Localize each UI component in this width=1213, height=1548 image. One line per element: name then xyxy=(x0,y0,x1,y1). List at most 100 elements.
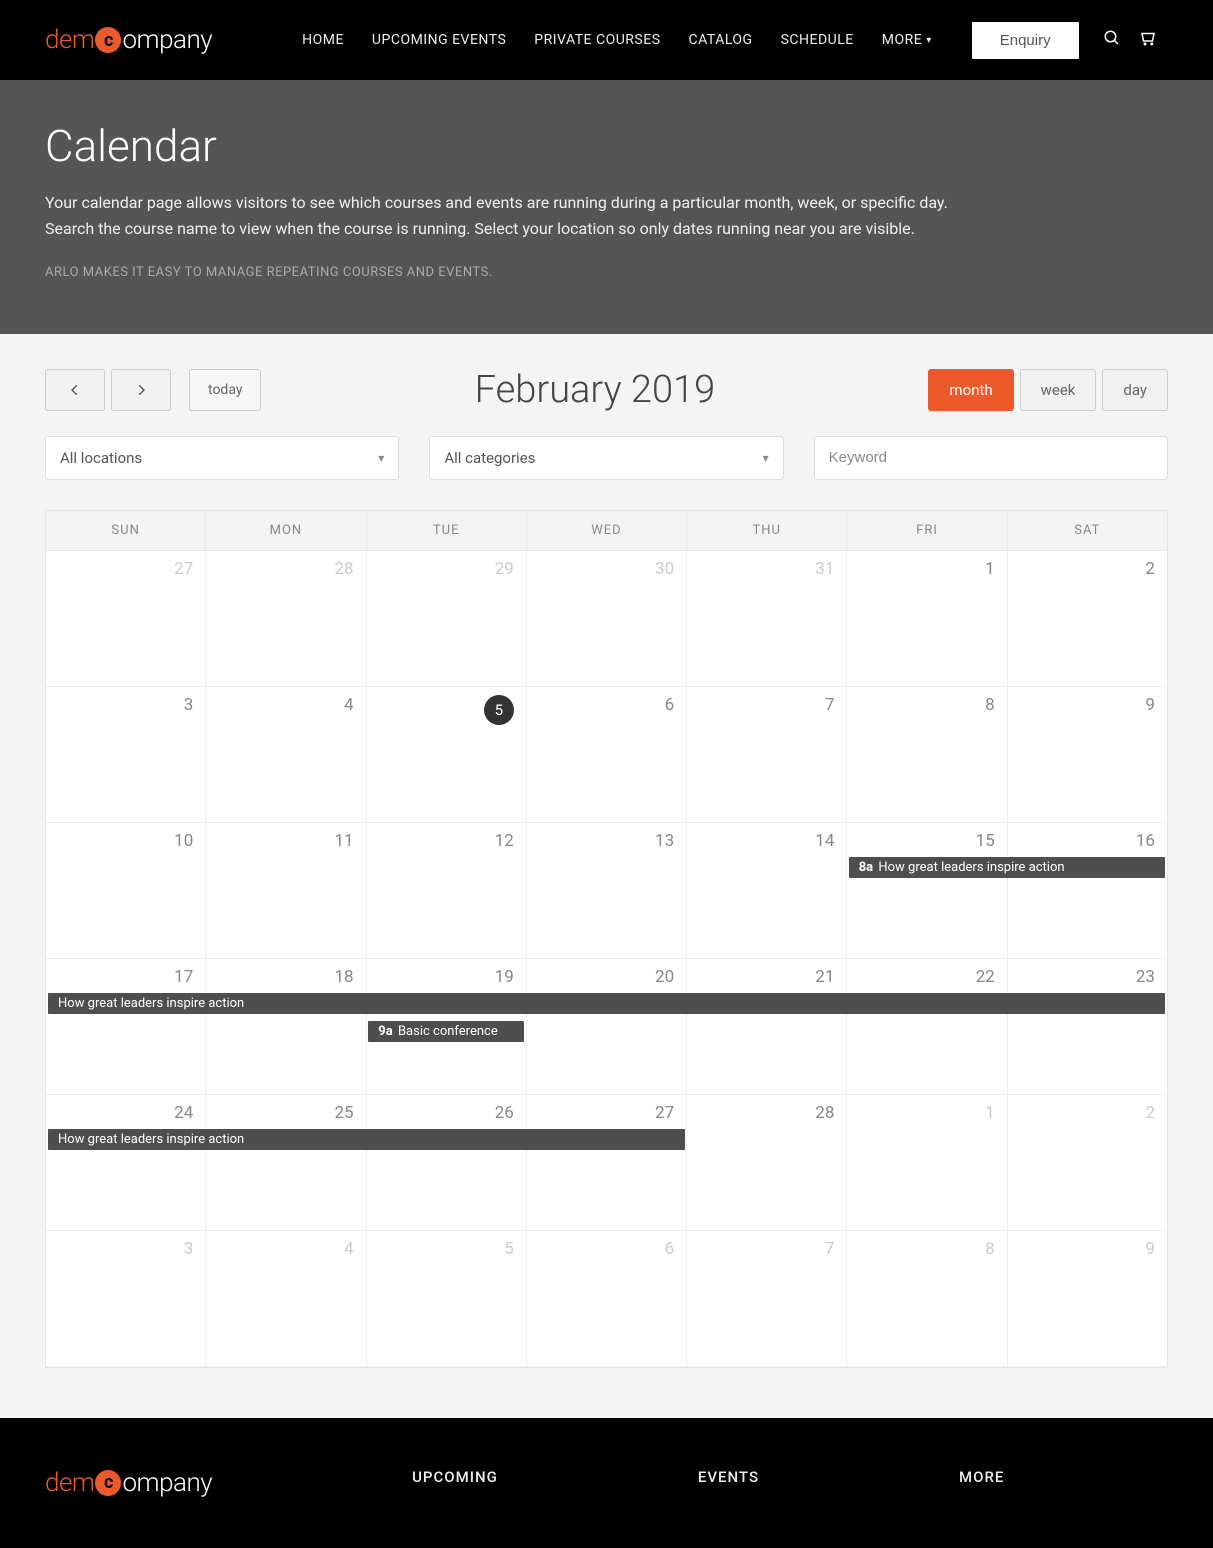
keyword-input[interactable] xyxy=(814,436,1168,480)
calendar-cell[interactable]: 22 xyxy=(847,959,1007,1094)
day-number: 1 xyxy=(859,1103,994,1123)
calendar-cell[interactable]: 7 xyxy=(687,1231,847,1366)
calendar-cell[interactable]: 2 xyxy=(1008,551,1167,686)
calendar-cell[interactable]: 10 xyxy=(46,823,206,958)
page-title: Calendar xyxy=(45,120,1168,172)
calendar-cell[interactable]: 29 xyxy=(367,551,527,686)
calendar-cell[interactable]: 27 xyxy=(46,551,206,686)
calendar-cell[interactable]: 4 xyxy=(206,1231,366,1366)
calendar-cell[interactable]: 17 xyxy=(46,959,206,1094)
calendar-cell[interactable]: 1 xyxy=(847,551,1007,686)
day-header-mon: MON xyxy=(206,511,366,550)
day-number: 1 xyxy=(859,559,994,579)
day-number: 23 xyxy=(1020,967,1155,987)
calendar-row: 27282930 31 1 2 xyxy=(46,551,1167,687)
calendar-cell[interactable]: 27 xyxy=(527,1095,687,1230)
hero-subtext: ARLO MAKES IT EASY TO MANAGE REPEATING C… xyxy=(45,263,965,284)
chevron-right-icon xyxy=(134,383,148,397)
cart-icon[interactable] xyxy=(1139,29,1157,51)
calendar-cell[interactable]: 5 xyxy=(367,1231,527,1366)
day-number: 16 xyxy=(1020,831,1155,851)
day-number: 18 xyxy=(218,967,353,987)
calendar-cell[interactable]: 20 xyxy=(527,959,687,1094)
calendar-cell[interactable]: 6 xyxy=(527,1231,687,1366)
event-title: How great leaders inspire action xyxy=(58,996,244,1011)
calendar-cell[interactable]: 11 xyxy=(206,823,366,958)
calendar-cell[interactable]: 28 xyxy=(206,551,366,686)
calendar-cell[interactable]: 3 xyxy=(46,687,206,822)
calendar-cell[interactable]: 18 xyxy=(206,959,366,1094)
calendar-cell[interactable]: 28 xyxy=(687,1095,847,1230)
today-button[interactable]: today xyxy=(189,369,261,411)
calendar-cell[interactable]: 4 xyxy=(206,687,366,822)
calendar-title: February 2019 xyxy=(475,368,716,412)
day-number: 19 xyxy=(379,967,514,987)
footer-logo[interactable]: dem c ompany xyxy=(45,1468,212,1498)
calendar-cell[interactable]: 24 xyxy=(46,1095,206,1230)
day-number: 8 xyxy=(859,695,994,715)
calendar-cell[interactable]: 21 xyxy=(687,959,847,1094)
view-week-button[interactable]: week xyxy=(1020,369,1097,411)
footer-logo-circle-icon: c xyxy=(95,1470,121,1496)
calendar-cell[interactable]: 23 xyxy=(1008,959,1167,1094)
calendar-cell[interactable]: 31 xyxy=(687,551,847,686)
nav-catalog[interactable]: CATALOG xyxy=(689,32,753,48)
day-number: 15 xyxy=(859,831,994,851)
prev-month-button[interactable] xyxy=(45,369,105,411)
day-number: 10 xyxy=(58,831,193,851)
calendar-cell[interactable]: 30 xyxy=(527,551,687,686)
day-number: 14 xyxy=(699,831,834,851)
calendar-grid: SUN MON TUE WED THU FRI SAT 272829303112… xyxy=(45,510,1168,1368)
day-number: 26 xyxy=(379,1103,514,1123)
footer-col-events: EVENTS xyxy=(698,1468,759,1486)
enquiry-button[interactable]: Enquiry xyxy=(972,22,1079,59)
top-navbar: dem c ompany HOME UPCOMING EVENTS PRIVAT… xyxy=(0,0,1213,80)
search-icon[interactable] xyxy=(1103,29,1121,51)
day-number: 13 xyxy=(539,831,674,851)
nav-upcoming-events[interactable]: UPCOMING EVENTS xyxy=(372,32,506,48)
view-month-button[interactable]: month xyxy=(928,369,1013,411)
category-select[interactable]: All categories xyxy=(429,436,783,480)
event-time: 8a xyxy=(859,860,873,875)
calendar-cell[interactable]: 9 xyxy=(1008,687,1167,822)
calendar-cell[interactable]: 9 xyxy=(1008,1231,1167,1366)
calendar-cell[interactable]: 16 xyxy=(1008,823,1167,958)
calendar-cell[interactable]: 25 xyxy=(206,1095,366,1230)
logo-text-ompany: ompany xyxy=(122,25,212,55)
calendar-cell[interactable]: 8 xyxy=(847,1231,1007,1366)
calendar-section: today February 2019 month week day All l… xyxy=(0,334,1213,1418)
calendar-cell[interactable]: 6 xyxy=(527,687,687,822)
event-bar[interactable]: 8a How great leaders inspire action xyxy=(849,857,1165,878)
calendar-cell[interactable]: 1 xyxy=(847,1095,1007,1230)
calendar-cell[interactable]: 13 xyxy=(527,823,687,958)
calendar-cell[interactable]: 26 xyxy=(367,1095,527,1230)
calendar-cell[interactable]: 2 xyxy=(1008,1095,1167,1230)
day-number: 2 xyxy=(1020,559,1155,579)
next-month-button[interactable] xyxy=(111,369,171,411)
day-number: 4 xyxy=(218,1239,353,1259)
day-number: 9 xyxy=(1020,695,1155,715)
logo[interactable]: dem c ompany xyxy=(45,25,212,55)
nav-home[interactable]: HOME xyxy=(302,32,344,48)
calendar-cell[interactable]: 14 xyxy=(687,823,847,958)
day-number: 22 xyxy=(859,967,994,987)
day-number: 31 xyxy=(699,559,834,579)
calendar-cell[interactable]: 5 xyxy=(367,687,527,822)
nav-schedule[interactable]: SCHEDULE xyxy=(781,32,854,48)
calendar-cell[interactable]: 8 xyxy=(847,687,1007,822)
event-bar[interactable]: How great leaders inspire action xyxy=(48,993,1165,1014)
view-day-button[interactable]: day xyxy=(1102,369,1168,411)
calendar-cell[interactable]: 12 xyxy=(367,823,527,958)
event-bar[interactable]: How great leaders inspire action xyxy=(48,1129,685,1150)
nav-private-courses[interactable]: PRIVATE COURSES xyxy=(534,32,660,48)
day-number: 25 xyxy=(218,1103,353,1123)
calendar-cell[interactable]: 7 xyxy=(687,687,847,822)
event-bar[interactable]: 9a Basic conference xyxy=(368,1021,524,1042)
calendar-cell[interactable]: 15 xyxy=(847,823,1007,958)
location-select[interactable]: All locations xyxy=(45,436,399,480)
footer-col-upcoming: UPCOMING xyxy=(412,1468,498,1486)
calendar-cell[interactable]: 3 xyxy=(46,1231,206,1366)
day-number: 9 xyxy=(1020,1239,1155,1259)
day-header-thu: THU xyxy=(687,511,847,550)
nav-more[interactable]: MORE ▾ xyxy=(882,32,932,48)
